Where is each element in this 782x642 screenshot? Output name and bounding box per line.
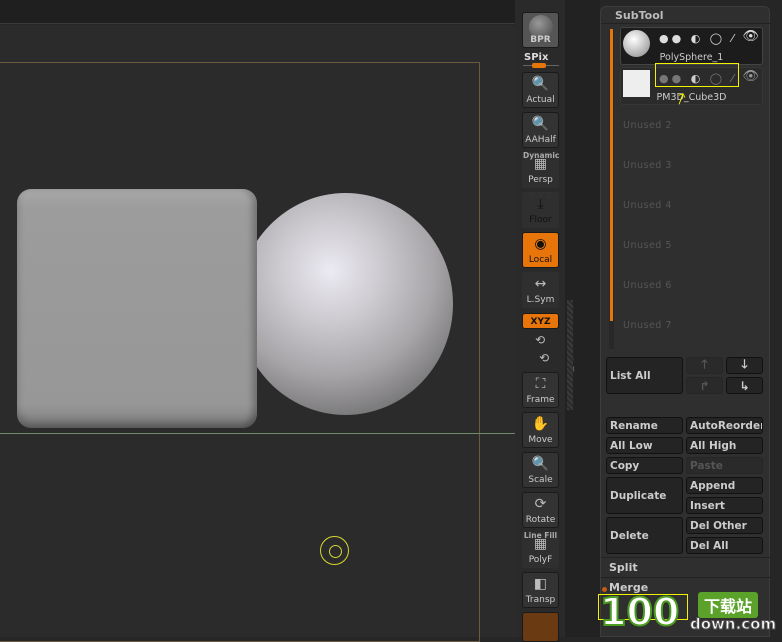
move-to-end-button[interactable]: ↳ [726, 377, 763, 394]
move-button[interactable]: ✋ Move [522, 412, 559, 448]
cube-mesh[interactable] [17, 189, 257, 428]
button-label: L.Sym [526, 295, 555, 305]
autoreorder-button[interactable]: AutoReorder [686, 417, 763, 434]
brush-cursor [320, 536, 349, 565]
unused-slot: Unused 3 [623, 160, 672, 171]
subtool-panel: SubTool ●● ◐ ◯ ⁄ 👁 PolySphere_1 ●● ◐ ◯ ⁄… [600, 6, 771, 637]
solo-button[interactable] [522, 612, 559, 642]
visibility-eye-icon[interactable]: 👁 [742, 69, 759, 84]
visibility-eye-icon[interactable]: 👁 [742, 29, 759, 44]
spix-slider[interactable] [523, 63, 559, 68]
subtool-scrollbar[interactable] [610, 29, 613, 321]
xyz-button[interactable]: XYZ [522, 313, 559, 329]
scale-button[interactable]: 🔍 Scale [522, 452, 559, 488]
right-shelf: BPR SPix 🔍 Actual 🔍 AAHalf ▦ Dynamic Persp ⤓ X Y… [515, 0, 565, 642]
paste-button[interactable]: Paste [686, 457, 763, 474]
watermark-logo: 100 下载站 down.com [599, 589, 777, 637]
del-other-button[interactable]: Del Other [686, 517, 763, 534]
append-button[interactable]: Append [686, 477, 763, 494]
button-label: Frame [526, 395, 555, 405]
button-label: Rotate [525, 515, 556, 525]
move-down-button[interactable]: 🡓 [726, 357, 763, 374]
section-divider [601, 577, 771, 578]
button-label: Transp [525, 595, 556, 605]
unused-slot: Unused 4 [623, 200, 672, 211]
bpr-label: BPR [530, 35, 551, 45]
bpr-button[interactable]: BPR [522, 12, 559, 48]
rotate-icon: ⟳ [534, 496, 547, 512]
title-divider [601, 23, 771, 24]
section-divider [601, 557, 771, 558]
move-up-button[interactable]: 🡑 [686, 357, 723, 374]
resize-grip[interactable] [567, 300, 573, 410]
scale-icon: 🔍 [531, 456, 550, 472]
button-label: Floor [529, 215, 552, 225]
unused-slot: Unused 7 [623, 320, 672, 331]
zoom-actual-icon: 🔍 [531, 76, 550, 92]
list-all-button[interactable]: List All [606, 357, 683, 394]
floor-button[interactable]: ⤓ X Y Z Floor [522, 191, 559, 228]
floor-grid-line [0, 433, 515, 434]
copy-button[interactable]: Copy [606, 457, 683, 474]
persp-button[interactable]: ▦ Dynamic Persp [522, 151, 560, 188]
polyf-button[interactable]: ▦ Line Fill PolyF [522, 531, 559, 568]
button-label: AAHalf [525, 135, 556, 145]
unused-slot: Unused 2 [623, 120, 672, 131]
watermark-domain: down.com [689, 615, 777, 634]
subtool-name: PolySphere_1 [659, 52, 724, 63]
move-hand-icon: ✋ [531, 416, 550, 432]
move-right-button[interactable]: ↱ [686, 377, 723, 394]
local-symmetry-icon: ↔ [534, 276, 547, 292]
button-label: Actual [526, 95, 555, 105]
button-overlay-label: X Y Z [529, 191, 552, 200]
button-label: PolyF [528, 555, 553, 565]
button-overlay-label: Dynamic [523, 151, 560, 160]
unused-slot: Unused 6 [623, 280, 672, 291]
transp-button[interactable]: ◧ Transp [522, 572, 559, 608]
rotate-y-icon[interactable]: ⟲ [535, 333, 545, 347]
actual-button[interactable]: 🔍 Actual [522, 72, 559, 108]
spix-label: SPix [524, 52, 549, 63]
rotate-button[interactable]: ⟳ Rotate [522, 492, 559, 528]
frame-icon: ⛶ [535, 376, 546, 392]
top-bar [0, 0, 515, 24]
lsym-button[interactable]: ↔ L.Sym [522, 272, 559, 308]
zoom-aahalf-icon: 🔍 [531, 116, 550, 132]
subtool-mode-icons[interactable]: ●● ◐ ◯ ⁄ [659, 32, 736, 45]
transparency-icon: ◧ [533, 576, 548, 592]
local-rotate-icon: ◉ [534, 236, 547, 252]
insert-button[interactable]: Insert [686, 497, 763, 514]
button-label: Scale [528, 475, 553, 485]
split-section[interactable]: Split [609, 561, 638, 574]
button-overlay-label: Line Fill [523, 531, 558, 540]
aahalf-button[interactable]: 🔍 AAHalf [522, 112, 559, 148]
del-all-button[interactable]: Del All [686, 537, 763, 554]
subtool-name: PM3D_Cube3D [656, 92, 727, 103]
polysphere-mesh[interactable] [238, 193, 453, 415]
button-label: Move [528, 435, 553, 445]
button-label: Persp [528, 175, 553, 185]
delete-button[interactable]: Delete [606, 517, 683, 554]
button-label: XYZ [530, 317, 551, 327]
watermark-number: 100 [599, 589, 680, 635]
local-button[interactable]: ◉ Local [522, 232, 559, 268]
subtool-title[interactable]: SubTool [615, 9, 664, 22]
highlight-box [655, 63, 739, 87]
unused-slot: Unused 5 [623, 240, 672, 251]
button-label: Local [528, 255, 553, 265]
all-high-button[interactable]: All High [686, 437, 763, 454]
all-low-button[interactable]: All Low [606, 437, 683, 454]
subtool-item-polysphere[interactable]: ●● ◐ ◯ ⁄ 👁 PolySphere_1 [620, 27, 763, 65]
rename-button[interactable]: Rename [606, 417, 683, 434]
frame-button[interactable]: ⛶ Frame [522, 372, 559, 408]
duplicate-button[interactable]: Duplicate [606, 477, 683, 514]
rotate-z-icon[interactable]: ⟲ [539, 351, 549, 365]
